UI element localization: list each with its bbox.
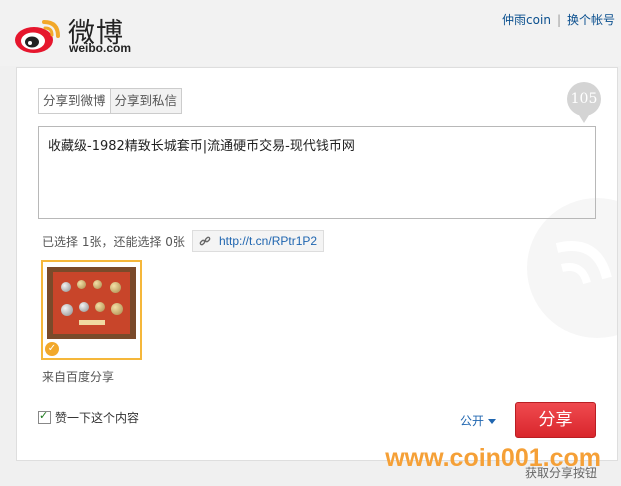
link-icon	[199, 236, 211, 246]
share-button[interactable]: 分享	[515, 402, 596, 438]
coin-set-photo	[47, 267, 136, 339]
post-text-input[interactable]: 收藏级-1982精致长城套币|流通硬币交易-现代钱币网	[38, 126, 596, 219]
coin	[61, 282, 71, 292]
like-label: 赞一下这个内容	[55, 411, 140, 425]
image-thumbnail-selected[interactable]: ✓	[41, 260, 142, 360]
coin	[77, 280, 86, 289]
coin	[93, 280, 102, 289]
shortlink-url: http://t.cn/RPtr1P2	[219, 234, 318, 248]
brand-domain: weibo.com	[69, 41, 132, 55]
share-panel: 分享到微博 分享到私信 105 收藏级-1982精致长城套币|流通硬币交易-现代…	[16, 67, 618, 461]
header: 微博 weibo.com 仲雨coin | 换个帐号	[0, 0, 621, 66]
coin-set-plaque	[79, 320, 105, 325]
weibo-logo[interactable]: 微博 weibo.com	[14, 10, 144, 58]
get-share-button-link[interactable]: 获取分享按钮	[525, 464, 597, 481]
coin	[61, 304, 73, 316]
shortlink-badge[interactable]: http://t.cn/RPtr1P2	[192, 230, 325, 252]
tab-share-private-message[interactable]: 分享到私信	[110, 88, 183, 114]
weibo-eye-icon	[15, 20, 60, 53]
char-counter-badge: 105	[567, 82, 601, 123]
coin	[95, 302, 105, 312]
coin	[79, 302, 89, 312]
like-checkbox-row[interactable]: 赞一下这个内容	[38, 409, 139, 426]
privacy-label: 公开	[460, 414, 485, 428]
coin-set-mat	[53, 272, 130, 334]
coin	[111, 303, 123, 315]
image-source-label: 来自百度分享	[42, 370, 115, 384]
image-selection-status: 已选择 1张，还能选择 0张	[42, 235, 185, 249]
tab-share-weibo[interactable]: 分享到微博	[38, 88, 111, 114]
chevron-down-icon	[488, 419, 497, 424]
share-tabs: 分享到微博 分享到私信	[38, 88, 183, 114]
account-bar: 仲雨coin | 换个帐号	[502, 11, 615, 28]
coin	[110, 282, 121, 293]
account-separator: |	[556, 13, 561, 27]
username-link[interactable]: 仲雨coin	[502, 13, 551, 27]
selected-check-icon: ✓	[45, 342, 59, 356]
footer: www.coin001.com 获取分享按钮	[0, 444, 621, 486]
switch-account-link[interactable]: 换个帐号	[567, 13, 615, 27]
privacy-dropdown[interactable]: 公开	[460, 412, 497, 429]
like-checkbox[interactable]	[38, 409, 51, 424]
